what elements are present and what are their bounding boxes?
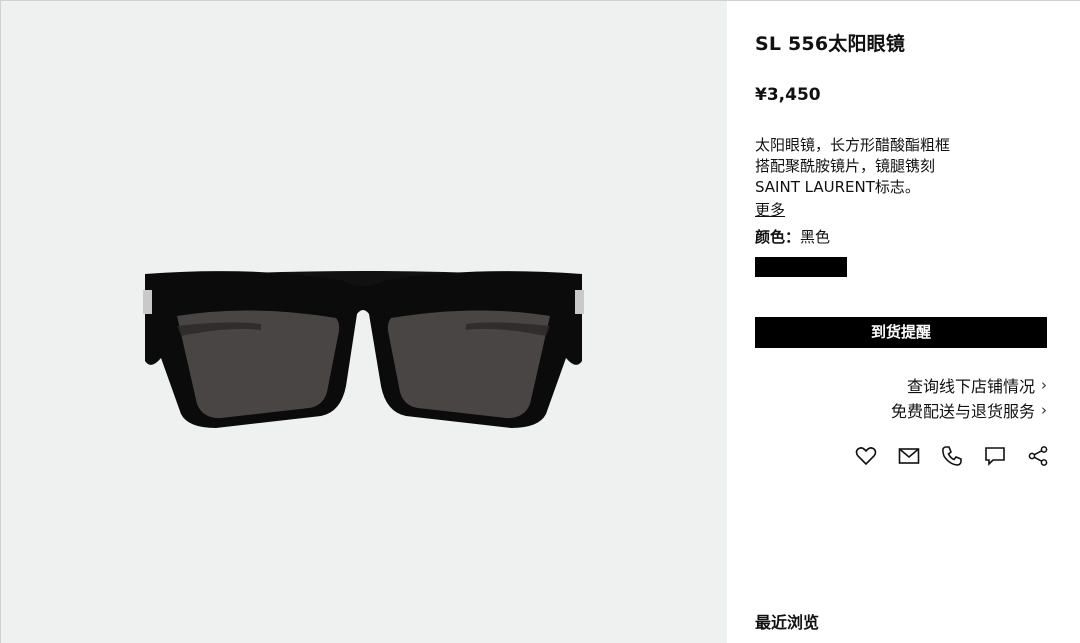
share-icon[interactable] [1025, 443, 1051, 469]
chevron-right-icon: › [1041, 401, 1047, 419]
share-icon-row [853, 443, 1051, 469]
chat-icon[interactable] [982, 443, 1008, 469]
description-line: SAINT LAURENT标志。 [755, 178, 920, 196]
color-label: 颜色： [755, 228, 801, 246]
description-line: 太阳眼镜，长方形醋酸酯粗框 [755, 136, 951, 154]
color-row: 颜色：黑色 [755, 226, 830, 247]
description-line: 搭配聚酰胺镜片，镜腿镌刻 [755, 157, 936, 175]
product-image-panel [1, 1, 727, 643]
mail-icon[interactable] [896, 443, 922, 469]
store-availability-label: 查询线下店铺情况 [906, 377, 1035, 396]
recently-viewed-heading: 最近浏览 [755, 613, 820, 632]
product-title: SL 556太阳眼镜 [755, 33, 906, 55]
product-description: 太阳眼镜，长方形醋酸酯粗框 搭配聚酰胺镜片，镜腿镌刻 SAINT LAURENT… [755, 135, 995, 198]
product-info-panel: SL 556太阳眼镜 ¥3,450 太阳眼镜，长方形醋酸酯粗框 搭配聚酰胺镜片，… [727, 1, 1080, 643]
notify-me-button[interactable]: 到货提醒 [755, 317, 1047, 348]
product-image-sunglasses[interactable] [141, 266, 586, 436]
delivery-returns-label: 免费配送与退货服务 [890, 402, 1035, 421]
color-value: 黑色 [800, 228, 831, 246]
store-availability-link[interactable]: 查询线下店铺情况 › [907, 373, 1047, 397]
heart-icon[interactable] [853, 443, 879, 469]
more-link[interactable]: 更多 [755, 199, 785, 220]
phone-icon[interactable] [939, 443, 965, 469]
chevron-right-icon: › [1041, 376, 1047, 394]
color-swatch-black[interactable] [755, 257, 847, 277]
product-price: ¥3,450 [755, 85, 821, 105]
product-page: SL 556太阳眼镜 ¥3,450 太阳眼镜，长方形醋酸酯粗框 搭配聚酰胺镜片，… [0, 0, 1080, 643]
delivery-returns-link[interactable]: 免费配送与退货服务 › [891, 398, 1047, 422]
